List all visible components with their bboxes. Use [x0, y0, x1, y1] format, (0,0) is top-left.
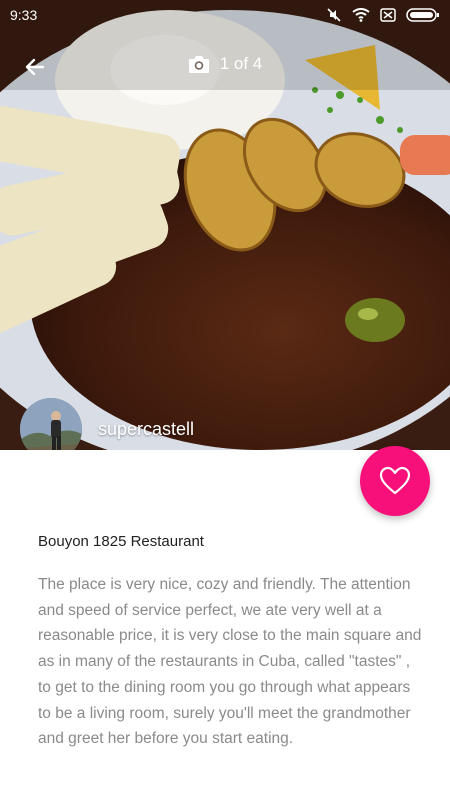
status-icons: [326, 7, 440, 23]
photo-counter-text: 1 of 4: [219, 54, 263, 73]
status-bar: 9:33: [0, 0, 450, 30]
avatar[interactable]: [20, 398, 82, 450]
author-row[interactable]: supercastell: [20, 398, 194, 450]
status-time: 9:33: [10, 7, 38, 23]
wifi-icon: [352, 8, 370, 22]
heart-icon: [379, 466, 411, 495]
camera-icon: [188, 56, 209, 73]
avatar-photo: [20, 398, 82, 450]
sim-icon: [380, 8, 396, 22]
mute-icon: [327, 8, 341, 22]
top-bar: 1 of 4: [0, 44, 450, 88]
favorite-button[interactable]: [360, 446, 430, 516]
author-username[interactable]: supercastell: [98, 419, 194, 440]
place-name[interactable]: Bouyon 1825 Restaurant: [38, 533, 204, 550]
photo-hero[interactable]: 9:33 1 of 4 supercastell: [0, 0, 450, 450]
battery-icon: [406, 8, 439, 22]
photo-counter: 1 of 4: [0, 54, 450, 74]
review-text: The place is very nice, cozy and friendl…: [38, 576, 422, 748]
